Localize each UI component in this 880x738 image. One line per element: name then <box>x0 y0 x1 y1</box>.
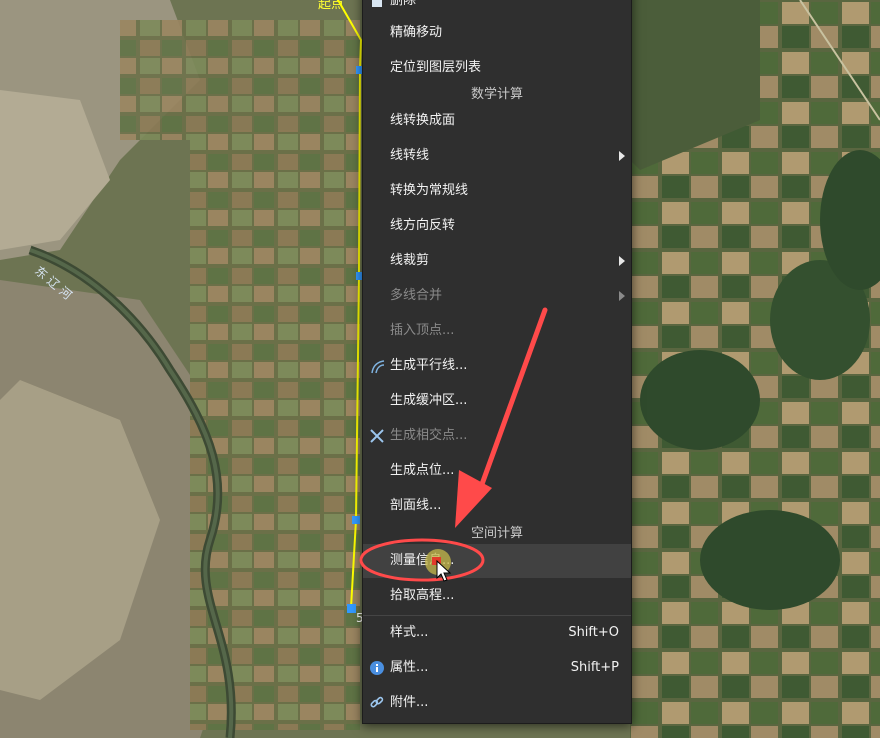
menu-item-line-to-polygon[interactable]: 线转换成面 <box>363 104 631 138</box>
menu-item-label: 线裁剪 <box>390 253 430 268</box>
menu-item-label: 精确移动 <box>390 25 443 40</box>
parallel-lines-icon <box>369 358 385 374</box>
menu-item-generate-points[interactable]: 生成点位... <box>363 454 631 488</box>
menu-item-generate-intersection-points[interactable]: 生成相交点... <box>363 419 631 453</box>
menu-item-line-to-line[interactable]: 线转线 <box>363 139 631 173</box>
menu-item-attachments[interactable]: 附件... <box>363 686 631 720</box>
info-icon <box>369 660 385 676</box>
submenu-arrow-icon <box>619 256 625 266</box>
menu-item-label: 线转换成面 <box>390 113 456 128</box>
line-vertex <box>352 516 360 524</box>
menu-item-convert-to-regular-line[interactable]: 转换为常规线 <box>363 174 631 208</box>
shortcut-label: Shift+P <box>570 660 619 675</box>
menu-item-profile-line[interactable]: 剖面线... <box>363 489 631 523</box>
menu-item-measure-info[interactable]: 测量信息... <box>363 544 631 578</box>
menu-item-label: 生成相交点... <box>390 428 468 443</box>
delete-icon <box>369 0 385 9</box>
menu-item-generate-buffer[interactable]: 生成缓冲区... <box>363 384 631 418</box>
link-icon <box>369 695 385 711</box>
menu-item-label: 定位到图层列表 <box>390 60 482 75</box>
submenu-arrow-icon <box>619 291 625 301</box>
menu-item-precise-move[interactable]: 精确移动 <box>363 16 631 50</box>
menu-item-label: 插入顶点... <box>390 323 455 338</box>
menu-item-label: 样式... <box>390 625 429 640</box>
menu-item-label: 线转线 <box>390 148 430 163</box>
menu-item-label: 多线合并 <box>390 288 443 303</box>
menu-item-label: 生成平行线... <box>390 358 468 373</box>
menu-item-pick-elevation[interactable]: 拾取高程... <box>363 579 631 613</box>
menu-item-line-clip[interactable]: 线裁剪 <box>363 244 631 278</box>
menu-item-label: 拾取高程... <box>390 588 455 603</box>
menu-item-reverse-line-direction[interactable]: 线方向反转 <box>363 209 631 243</box>
intersect-icon <box>369 428 385 444</box>
menu-item-label: 转换为常规线 <box>390 183 469 198</box>
menu-item-locate-in-layer-list[interactable]: 定位到图层列表 <box>363 51 631 85</box>
menu-item-label: 属性... <box>390 660 429 675</box>
menu-item-label: 测量信息... <box>390 553 455 568</box>
line-vertex <box>347 604 356 613</box>
menu-item-label: 线方向反转 <box>390 218 456 233</box>
menu-item-label: 剖面线... <box>390 498 442 513</box>
menu-item-generate-parallel-lines[interactable]: 生成平行线... <box>363 349 631 383</box>
menu-item-label: 附件... <box>390 695 429 710</box>
submenu-arrow-icon <box>619 151 625 161</box>
menu-item-style[interactable]: 样式... Shift+O <box>363 616 631 650</box>
section-header-spatial: 空间计算 <box>470 526 523 541</box>
menu-item-label: 生成点位... <box>390 463 455 478</box>
context-menu: 删除 精确移动 定位到图层列表 数学计算 线转换成面 线转线 转换为常规线 线方… <box>362 0 632 724</box>
shortcut-label: Shift+O <box>568 625 619 640</box>
menu-item-insert-vertex[interactable]: 插入顶点... <box>363 314 631 348</box>
menu-item-label: 生成缓冲区... <box>390 393 468 408</box>
menu-item-merge-lines[interactable]: 多线合并 <box>363 279 631 313</box>
section-header-math: 数学计算 <box>470 87 523 102</box>
menu-item-properties[interactable]: 属性... Shift+P <box>363 651 631 685</box>
